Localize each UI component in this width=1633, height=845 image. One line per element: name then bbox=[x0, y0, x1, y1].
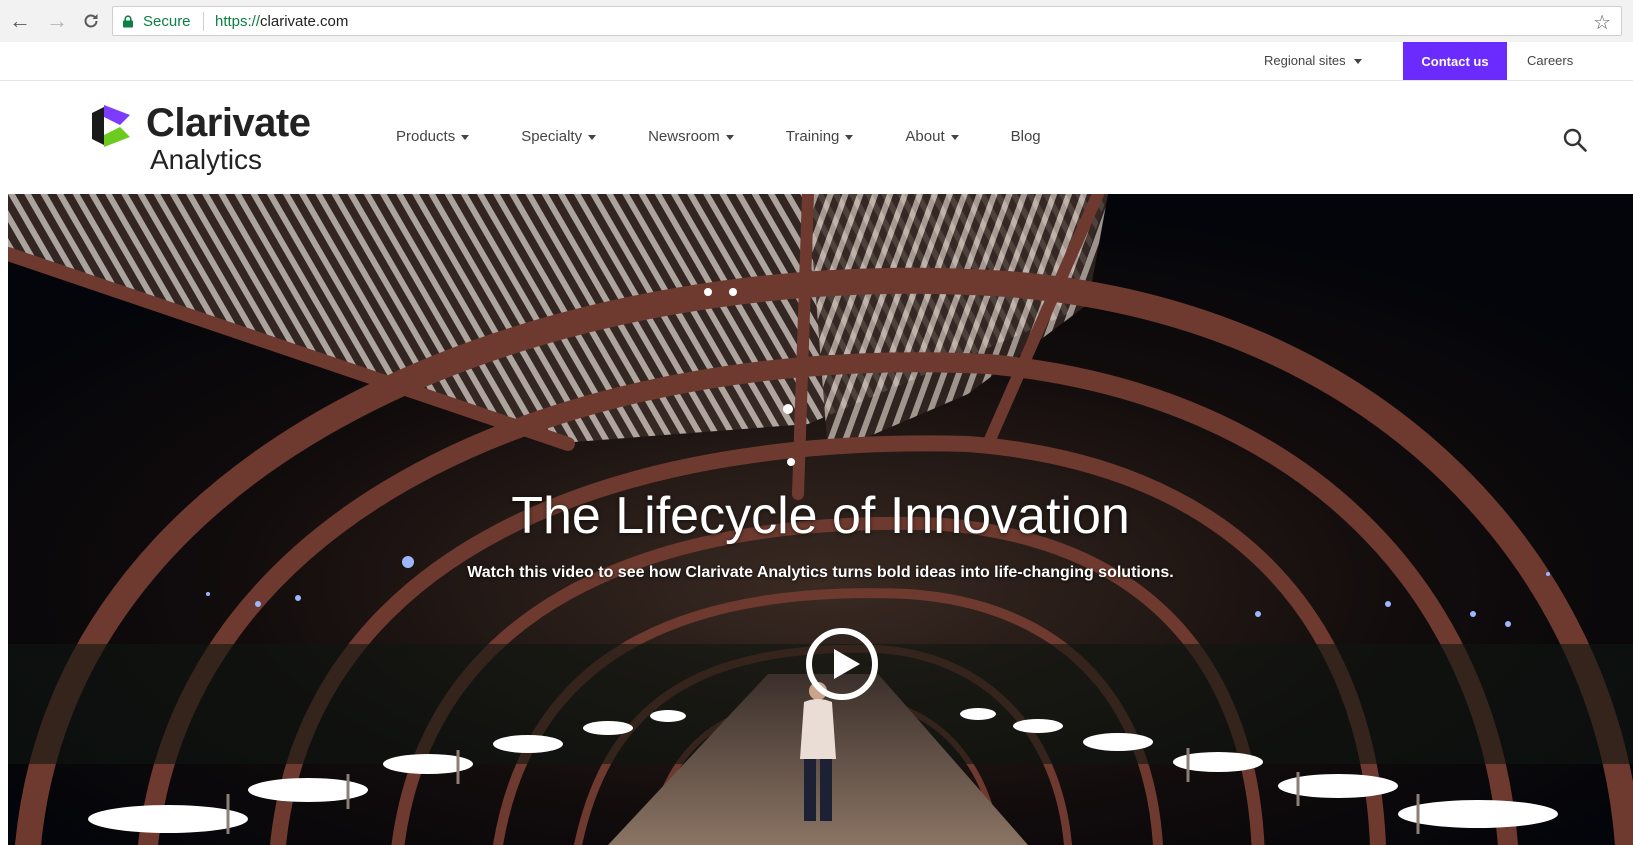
brand-name: Clarivate bbox=[146, 101, 311, 145]
contact-us-button[interactable]: Contact us bbox=[1403, 42, 1507, 80]
careers-link[interactable]: Careers bbox=[1527, 53, 1573, 68]
nav-item-about[interactable]: About bbox=[905, 128, 959, 145]
hero-subtitle: Watch this video to see how Clarivate An… bbox=[467, 564, 1174, 581]
regional-sites-label: Regional sites bbox=[1264, 53, 1346, 68]
brand-subtitle: Analytics bbox=[150, 144, 263, 175]
hero-video-banner[interactable]: The Lifecycle of Innovation Watch this v… bbox=[8, 194, 1633, 845]
nav-item-label: Training bbox=[785, 128, 840, 145]
star-icon[interactable]: ☆ bbox=[1593, 10, 1611, 35]
nav-item-newsroom[interactable]: Newsroom bbox=[648, 128, 734, 145]
nav-item-blog[interactable]: Blog bbox=[1011, 128, 1041, 145]
nav-item-label: Blog bbox=[1010, 128, 1041, 145]
play-icon[interactable] bbox=[804, 626, 880, 702]
url-text[interactable]: https://clarivate.com bbox=[215, 13, 348, 30]
caret-down-icon bbox=[588, 134, 597, 140]
caret-down-icon bbox=[461, 134, 470, 140]
nav-item-label: Specialty bbox=[521, 128, 583, 145]
address-separator bbox=[203, 12, 204, 31]
nav-item-products[interactable]: Products bbox=[396, 128, 470, 145]
caret-down-icon bbox=[950, 134, 959, 140]
caret-down-icon bbox=[845, 134, 854, 140]
url-scheme: https:// bbox=[215, 13, 261, 30]
utility-bar: Regional sites Contact us Careers bbox=[0, 42, 1633, 81]
logo-mark-icon bbox=[92, 105, 130, 147]
back-arrow-icon[interactable]: ← bbox=[8, 8, 32, 33]
address-bar[interactable]: Secure https://clarivate.com ☆ bbox=[112, 6, 1622, 36]
nav-item-label: Newsroom bbox=[648, 128, 720, 145]
nav-item-label: About bbox=[905, 128, 945, 145]
browser-toolbar: ← → Secure https://clarivate.com ☆ bbox=[0, 0, 1633, 43]
url-host: clarivate.com bbox=[260, 13, 349, 30]
clarivate-logo[interactable]: Clarivate Analytics bbox=[90, 99, 330, 179]
lock-icon bbox=[122, 15, 134, 33]
site-header: Clarivate Analytics Products Specialty N… bbox=[0, 81, 1633, 194]
caret-down-icon bbox=[1353, 59, 1362, 65]
caret-down-icon bbox=[725, 134, 734, 140]
hero-title: The Lifecycle of Innovation bbox=[511, 487, 1130, 545]
main-navigation: Products Specialty Newsroom Training Abo… bbox=[396, 128, 1041, 145]
nav-item-specialty[interactable]: Specialty bbox=[521, 128, 597, 145]
secure-label: Secure bbox=[143, 13, 191, 30]
reload-icon[interactable] bbox=[79, 9, 103, 33]
nav-item-label: Products bbox=[396, 128, 456, 145]
search-icon[interactable] bbox=[1562, 127, 1588, 153]
regional-sites-dropdown[interactable]: Regional sites bbox=[1264, 53, 1362, 68]
forward-arrow-icon[interactable]: → bbox=[45, 8, 69, 33]
nav-item-training[interactable]: Training bbox=[786, 128, 854, 145]
